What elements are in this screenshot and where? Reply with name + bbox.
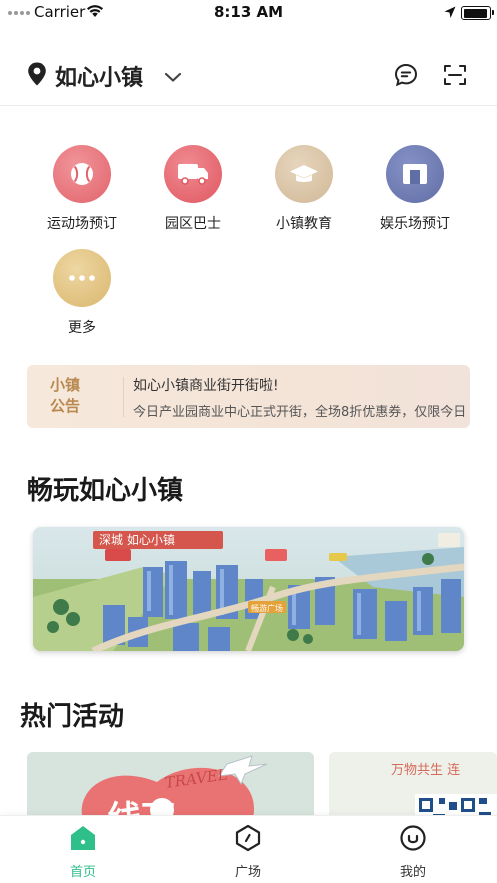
- app-screen: Carrier 8:13 AM 如心小镇 运动场预订 园区巴士 小镇教育 娱乐场…: [0, 0, 497, 883]
- quick-entry-more[interactable]: 更多: [27, 249, 137, 337]
- town-selector-label[interactable]: 如心小镇: [55, 60, 143, 92]
- bus-icon: [164, 145, 222, 203]
- quick-entry-label: 娱乐场预订: [380, 216, 450, 232]
- announcement-tag-line: 小镇: [49, 376, 80, 394]
- tab-label: 我的: [399, 865, 426, 880]
- quick-entry-label: 小镇教育: [276, 216, 332, 232]
- location-arrow-icon: [444, 5, 456, 23]
- banner-badge-text: 畅游广场: [251, 603, 283, 613]
- tab-square[interactable]: 广场: [208, 824, 288, 880]
- header: 如心小镇: [0, 48, 497, 104]
- ball-icon: [53, 145, 111, 203]
- quick-entry-town-education[interactable]: 小镇教育: [249, 145, 359, 233]
- announcement-tag-line: 公告: [49, 397, 80, 415]
- quick-entry-label: 运动场预订: [47, 216, 117, 232]
- battery-icon: [461, 6, 494, 20]
- announcement-title: 如心小镇商业街开街啦!: [133, 378, 279, 394]
- announcement-tag: 小镇 公告: [45, 375, 85, 417]
- tab-bar: 首页 广场 我的: [0, 815, 497, 883]
- quick-entry-park-bus[interactable]: 园区巴士: [138, 145, 248, 233]
- location-pin-icon: [27, 62, 47, 90]
- message-icon[interactable]: [393, 62, 419, 92]
- town-map-banner[interactable]: 深城 如心小镇 畅游广场: [33, 527, 464, 651]
- tab-home[interactable]: 首页: [43, 824, 123, 880]
- scan-icon[interactable]: [443, 63, 467, 91]
- square-icon: [235, 824, 261, 852]
- status-bar: Carrier 8:13 AM: [0, 0, 497, 26]
- section-title-hot-activities: 热门活动: [20, 702, 125, 732]
- activity-overlay-text: 万物共生 连: [391, 762, 460, 778]
- quick-entry-label: 园区巴士: [165, 216, 221, 232]
- home-icon: [71, 826, 95, 850]
- tab-profile[interactable]: 我的: [373, 824, 453, 880]
- more-icon: [53, 249, 111, 307]
- announcement-banner[interactable]: 小镇 公告 如心小镇商业街开街啦! 今日产业园商业中心正式开街，全场8折优惠券，…: [27, 365, 470, 428]
- quick-entry-entertainment-booking[interactable]: 娱乐场预订: [360, 145, 470, 233]
- town-map-illustration: 深城 如心小镇 畅游广场: [33, 527, 464, 651]
- tab-label: 广场: [234, 865, 261, 880]
- header-divider: [0, 105, 497, 106]
- quick-entry-label: 更多: [68, 320, 96, 336]
- quick-entry-sports-booking[interactable]: 运动场预订: [27, 145, 137, 233]
- announcement-text: 今日产业园商业中心正式开街，全场8折优惠券，仅限今日: [133, 405, 467, 420]
- chevron-down-icon[interactable]: [164, 68, 182, 87]
- clock: 8:13 AM: [213, 3, 284, 21]
- profile-icon: [400, 825, 426, 851]
- announcement-divider: [123, 377, 124, 417]
- graduation-cap-icon: [275, 145, 333, 203]
- tab-label: 首页: [69, 865, 96, 880]
- section-title-play: 畅玩如心小镇: [27, 476, 184, 506]
- banner-sign-text: 深城 如心小镇: [99, 532, 175, 547]
- stage-icon: [386, 145, 444, 203]
